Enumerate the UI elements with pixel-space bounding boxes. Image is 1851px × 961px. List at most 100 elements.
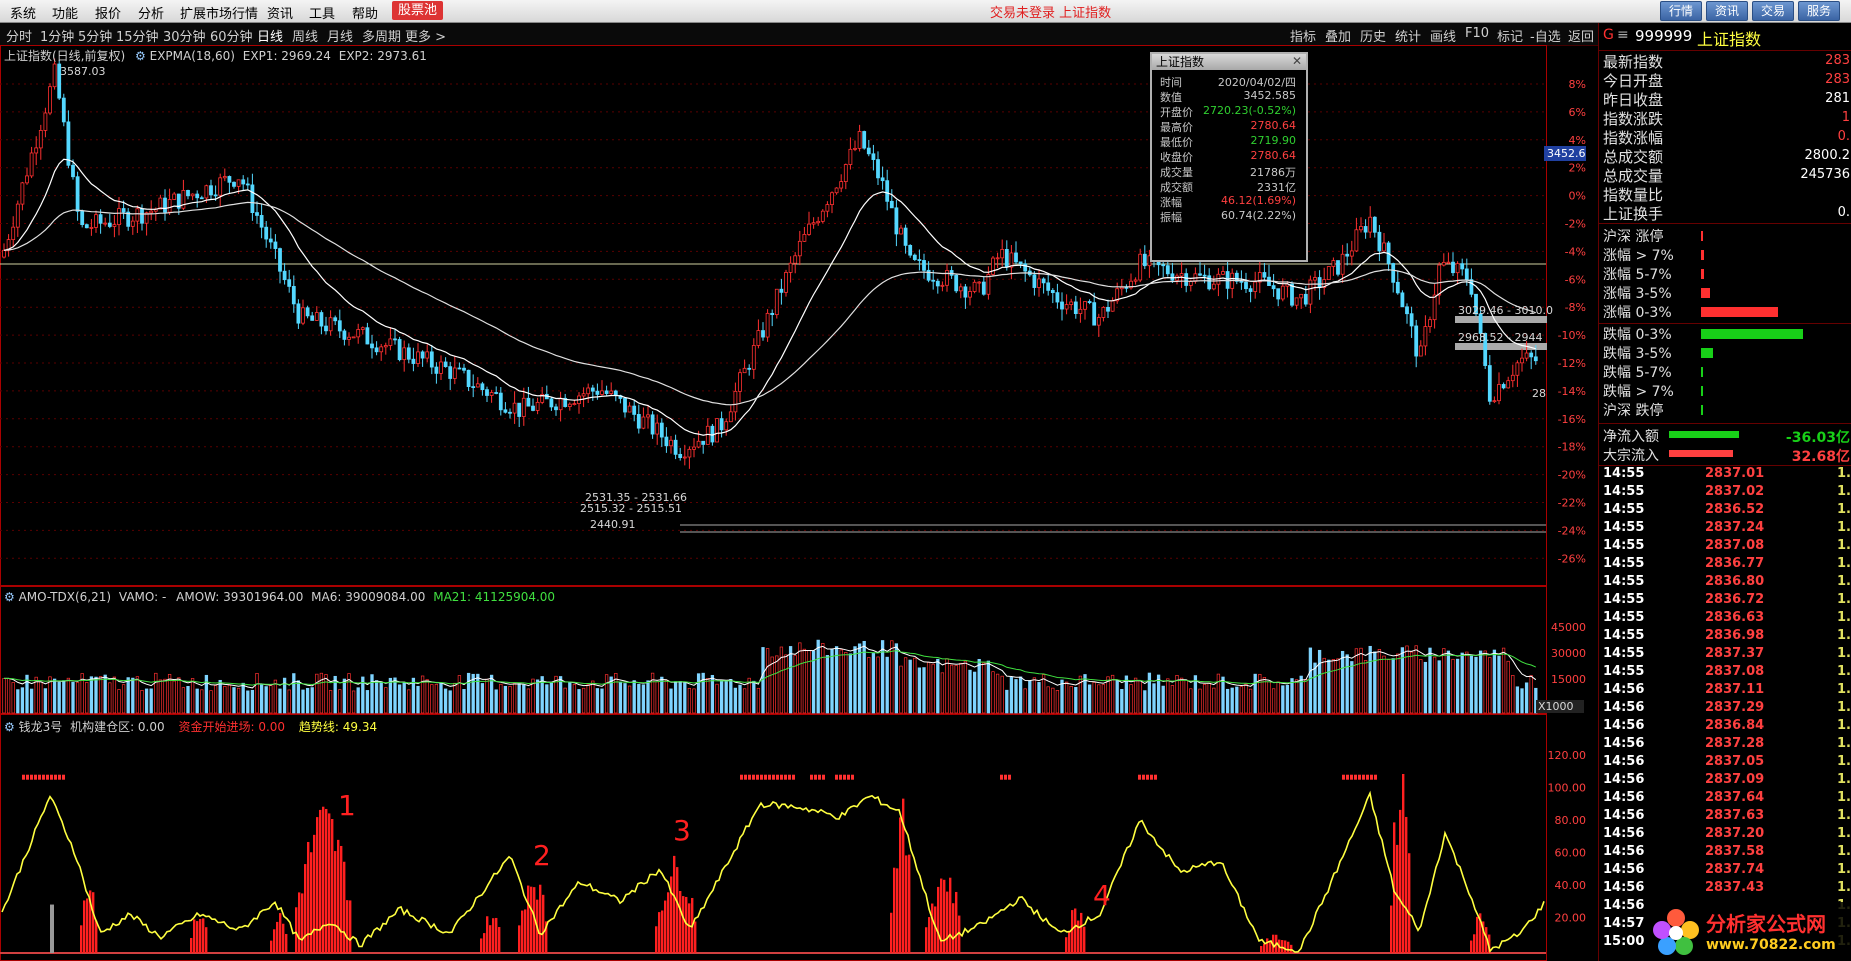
signal-mark xyxy=(814,774,817,780)
tool-f10[interactable]: F10 xyxy=(1465,26,1489,41)
data-window[interactable]: 上证指数 ✕ 时间 2020/04/02/四 数值 3452.585 开盘价 2720.2… xyxy=(1150,52,1308,262)
candle-body xyxy=(1014,252,1018,263)
gray-bar xyxy=(50,904,54,953)
gear-icon[interactable]: ⚙ xyxy=(4,720,15,734)
candle-body xyxy=(1262,272,1267,278)
gear-icon[interactable]: ⚙ xyxy=(135,49,146,63)
fund-bar xyxy=(80,925,83,953)
tab-trade[interactable]: 交易 xyxy=(1752,1,1795,21)
flow-bar xyxy=(1669,431,1739,438)
menu-system[interactable]: 系统 xyxy=(10,3,36,22)
candle-body xyxy=(1290,283,1294,306)
signal-mark xyxy=(760,774,763,780)
volume-bar xyxy=(926,662,931,714)
tool-statistics[interactable]: 统计 xyxy=(1395,26,1421,45)
candle-body xyxy=(1184,273,1189,286)
period-5min[interactable]: 5分钟 xyxy=(78,26,112,45)
candle-body xyxy=(480,383,485,391)
data-window-value: 2780.64 xyxy=(1250,149,1297,162)
vol-indicator-name[interactable]: AMO-TDX(6,21) xyxy=(19,590,111,604)
volume-bar xyxy=(982,662,986,714)
period-daily[interactable]: 日线 xyxy=(257,26,283,45)
period-weekly[interactable]: 周线 xyxy=(292,26,318,45)
indicator-name[interactable]: EXPMA(18,60) xyxy=(150,49,235,63)
volume-bar xyxy=(1271,688,1276,714)
volume-bar xyxy=(1446,650,1451,714)
tool-mark[interactable]: 标记 xyxy=(1497,26,1523,45)
candle-body xyxy=(140,208,144,224)
y-axis-label: -12% xyxy=(1558,357,1586,370)
close-icon[interactable]: ✕ xyxy=(1292,54,1302,68)
period-15min[interactable]: 15分钟 xyxy=(116,26,159,45)
tab-service[interactable]: 服务 xyxy=(1798,1,1841,21)
breadth-label: 涨幅 > 7% xyxy=(1603,248,1674,264)
tool-draw-line[interactable]: 画线 xyxy=(1430,26,1456,45)
volume-bar xyxy=(1235,686,1239,714)
volume-bar xyxy=(57,682,61,714)
menu-news[interactable]: 资讯 xyxy=(267,3,293,22)
menu-icon[interactable]: ≡ xyxy=(1617,27,1629,43)
signal-mark xyxy=(792,774,795,780)
candle-body xyxy=(209,185,213,196)
tick-price: 2837.58 xyxy=(1705,844,1765,859)
menu-quote[interactable]: 报价 xyxy=(95,3,121,22)
volume-bar xyxy=(71,681,75,714)
tab-news[interactable]: 资讯 xyxy=(1706,1,1749,21)
period-1min[interactable]: 1分钟 xyxy=(40,26,74,45)
tick-volume: 1.4 xyxy=(1837,700,1851,715)
volume-bar xyxy=(756,687,761,714)
menu-help[interactable]: 帮助 xyxy=(352,3,378,22)
candle-body xyxy=(659,422,664,438)
candle-body xyxy=(1271,285,1276,290)
ind-name[interactable]: 钱龙3号 xyxy=(19,720,63,734)
tab-quotes[interactable]: 行情 xyxy=(1660,1,1703,21)
signal-mark xyxy=(772,774,775,780)
breadth-bar xyxy=(1701,269,1704,279)
fund-bar xyxy=(295,907,298,953)
candle-body xyxy=(866,147,871,155)
period-more[interactable]: 更多 > xyxy=(405,26,446,45)
tick-volume: 1.4 xyxy=(1837,502,1851,517)
data-window-value: 2719.90 xyxy=(1250,134,1297,147)
candle-body xyxy=(1423,326,1428,347)
volume-bar xyxy=(604,674,609,714)
volume-bar xyxy=(356,687,360,714)
volume-bar xyxy=(1244,683,1248,714)
candle-body xyxy=(112,224,117,227)
menu-extended-market[interactable]: 扩展市场行情 xyxy=(180,3,258,22)
period-30min[interactable]: 30分钟 xyxy=(163,26,206,45)
menu-function[interactable]: 功能 xyxy=(52,3,78,22)
volume-bar xyxy=(370,674,374,714)
chart-area[interactable]: 8% 6% 4% 2% 0% -2% -4% -6% -8% -10% -12% -14% -16% -1… xyxy=(0,45,1598,961)
signal-mark xyxy=(1366,774,1369,780)
main-panel-frame xyxy=(0,45,1547,586)
candle-body xyxy=(103,222,108,225)
volume-bar xyxy=(85,682,89,714)
stat-label: 最新指数 xyxy=(1603,53,1664,71)
tool-back[interactable]: 返回 xyxy=(1568,26,1594,45)
period-60min[interactable]: 60分钟 xyxy=(210,26,253,45)
volume-bar xyxy=(1212,687,1216,714)
candle-body xyxy=(94,214,98,228)
menu-analysis[interactable]: 分析 xyxy=(138,3,164,22)
period-timeshare[interactable]: 分时 xyxy=(6,26,32,45)
volume-bar xyxy=(600,688,604,714)
candle-body xyxy=(1119,286,1124,290)
candle-body xyxy=(1046,282,1051,291)
tool-history[interactable]: 历史 xyxy=(1360,26,1386,45)
tool-watchlist[interactable]: -自选 xyxy=(1530,26,1561,45)
menu-tools[interactable]: 工具 xyxy=(309,3,335,22)
tool-overlay[interactable]: 叠加 xyxy=(1325,26,1351,45)
gear-icon[interactable]: ⚙ xyxy=(4,590,15,604)
fund-bar xyxy=(946,891,949,953)
g-icon[interactable]: G xyxy=(1603,27,1614,43)
period-monthly[interactable]: 月线 xyxy=(327,26,353,45)
fund-bar xyxy=(952,903,955,953)
candle-body xyxy=(1170,273,1175,281)
period-multi[interactable]: 多周期 xyxy=(362,26,401,45)
tool-indicator[interactable]: 指标 xyxy=(1290,26,1316,45)
ma6-value: MA6: 39009084.00 xyxy=(311,590,426,604)
volume-bar xyxy=(407,689,411,714)
data-window-key: 涨幅 xyxy=(1160,196,1182,209)
menu-stock-pool[interactable]: 股票池 xyxy=(392,1,444,20)
